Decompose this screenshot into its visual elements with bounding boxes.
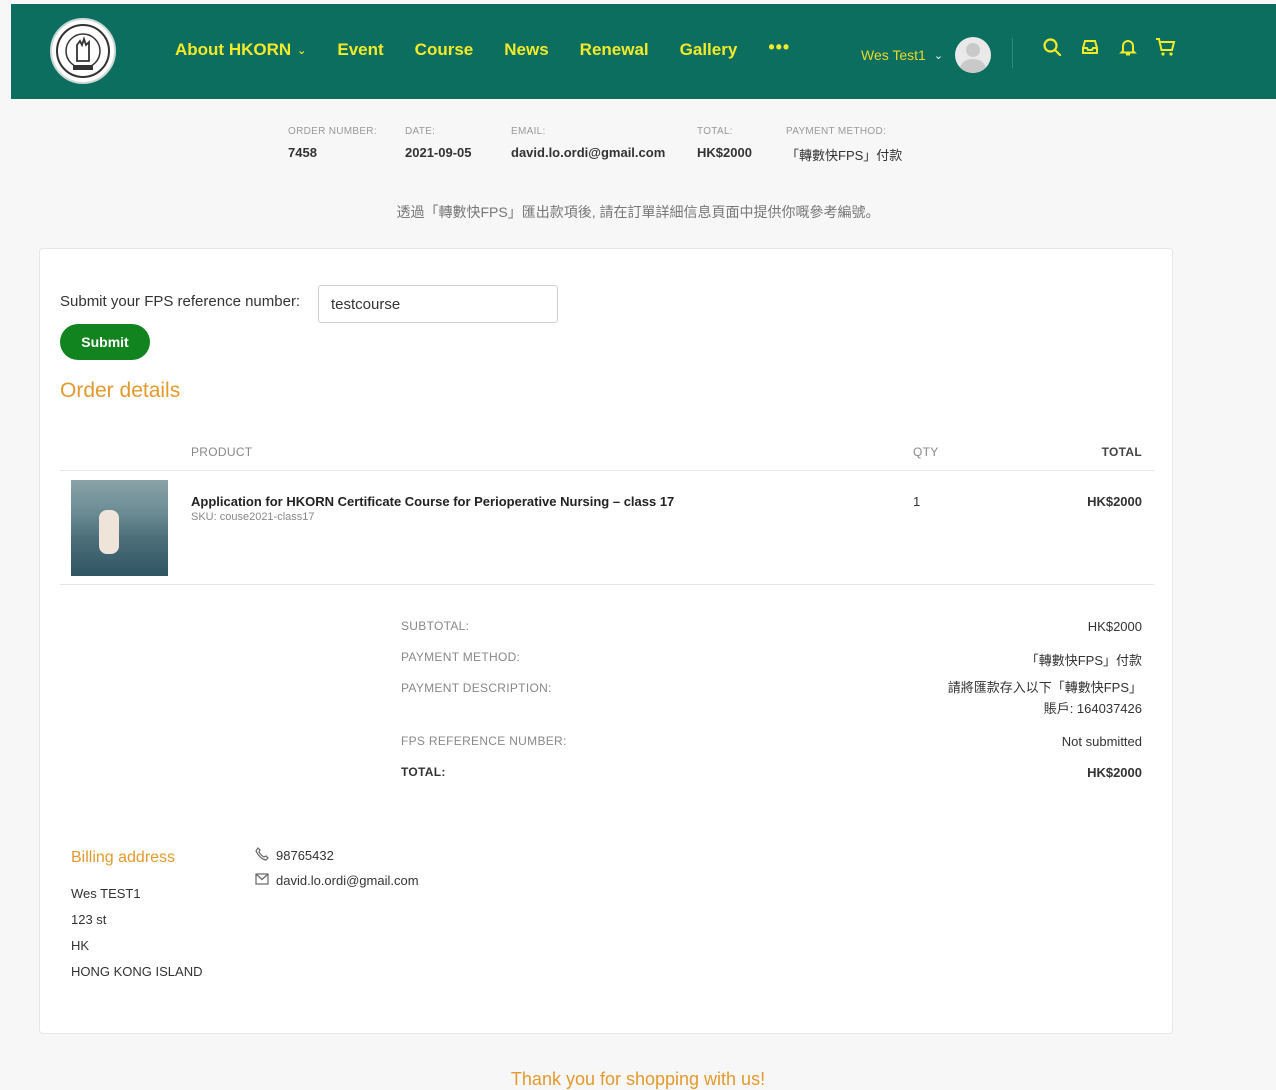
date-block: DATE: 2021-09-05 xyxy=(405,126,472,160)
nav-about-hkorn[interactable]: About HKORN ⌄ xyxy=(175,40,306,60)
email-label: EMAIL: xyxy=(511,126,546,137)
product-column-header: PRODUCT xyxy=(191,445,253,459)
phone-icon xyxy=(255,847,271,864)
submit-button[interactable]: Submit xyxy=(60,324,150,360)
billing-phone: 98765432 xyxy=(255,847,334,864)
billing-line-district: HONG KONG ISLAND xyxy=(71,964,203,979)
payment-method: 「轉數快FPS」付款 xyxy=(786,148,903,163)
billing-email: david.lo.ordi@gmail.com xyxy=(255,873,419,888)
fps-reference-row-label: FPS REFERENCE NUMBER: xyxy=(401,734,567,748)
user-menu[interactable]: Wes Test1 ⌄ xyxy=(861,37,992,73)
order-details-title: Order details xyxy=(60,379,181,402)
main-nav: About HKORN ⌄ Event Course News Renewal … xyxy=(175,37,821,60)
payment-method-row-label: PAYMENT METHOD: xyxy=(401,650,521,664)
nav-label: Gallery xyxy=(679,40,738,59)
fps-instruction-note: 透過「轉數快FPS」匯出款項後, 請在訂單詳細信息頁面中提供你嘅參考編號。 xyxy=(396,204,880,220)
table-divider xyxy=(60,470,1154,471)
grand-total-label: TOTAL: xyxy=(401,765,446,779)
chevron-down-icon: ⌄ xyxy=(297,44,307,57)
mail-icon xyxy=(255,873,271,888)
search-icon[interactable] xyxy=(1033,37,1071,62)
bell-icon[interactable] xyxy=(1109,37,1147,62)
billing-line-name: Wes TEST1 xyxy=(71,886,141,901)
cart-icon[interactable] xyxy=(1147,37,1185,62)
more-icon: ••• xyxy=(768,36,791,57)
order-number-block: ORDER NUMBER: 7458 xyxy=(288,126,377,160)
inbox-icon[interactable] xyxy=(1071,37,1109,62)
user-name: Wes Test1 xyxy=(861,47,926,63)
nav-label: Course xyxy=(414,40,474,59)
nav-news[interactable]: News xyxy=(504,40,548,60)
thank-you-message: Thank you for shopping with us! xyxy=(510,1069,766,1089)
email-block: EMAIL: david.lo.ordi@gmail.com xyxy=(511,126,665,160)
order-card: Submit your FPS reference number: Submit… xyxy=(39,248,1173,1034)
payment-description-label: PAYMENT DESCRIPTION: xyxy=(401,681,552,695)
payment-description-value: 請將匯款存入以下「轉數快FPS」賬戶: 164037426 xyxy=(947,680,1142,716)
product-image[interactable] xyxy=(71,480,168,576)
subtotal-label: SUBTOTAL: xyxy=(401,619,470,633)
order-total: HK$2000 xyxy=(697,145,752,160)
nav-label: Event xyxy=(337,40,384,59)
nav-renewal[interactable]: Renewal xyxy=(580,40,649,60)
payment-method-row-value: 「轉數快FPS」付款 xyxy=(1025,653,1142,668)
payment-block: PAYMENT METHOD: 「轉數快FPS」付款 xyxy=(786,126,902,164)
product-name[interactable]: Application for HKORN Certificate Course… xyxy=(191,494,674,509)
billing-line-street: 123 st xyxy=(71,912,107,927)
product-qty: 1 xyxy=(913,494,921,509)
header-icons xyxy=(1033,37,1185,62)
nav-more-button[interactable]: ••• xyxy=(768,34,790,60)
order-number-label: ORDER NUMBER: xyxy=(288,126,377,137)
total-label: TOTAL: xyxy=(697,126,733,137)
nav-label: About HKORN xyxy=(175,40,292,59)
hkorn-logo[interactable] xyxy=(50,18,116,84)
total-block: TOTAL: HK$2000 xyxy=(697,126,752,160)
billing-email-value: david.lo.ordi@gmail.com xyxy=(276,873,419,888)
logo-emblem xyxy=(56,24,110,78)
subtotal-value: HK$2000 xyxy=(1087,619,1142,634)
product-sku: SKU: couse2021-class17 xyxy=(191,511,315,523)
fps-reference-row-value: Not submitted xyxy=(1061,734,1142,749)
nav-course[interactable]: Course xyxy=(415,40,474,60)
fps-reference-label: Submit your FPS reference number: xyxy=(60,293,301,310)
nav-label: Renewal xyxy=(579,40,649,59)
table-divider xyxy=(60,584,1154,585)
order-date: 2021-09-05 xyxy=(405,145,472,160)
billing-phone-value: 98765432 xyxy=(276,848,334,863)
product-total: HK$2000 xyxy=(1087,494,1142,509)
top-navigation-bar: About HKORN ⌄ Event Course News Renewal … xyxy=(11,4,1276,99)
order-number: 7458 xyxy=(288,145,317,160)
nav-event[interactable]: Event xyxy=(337,40,383,60)
qty-column-header: QTY xyxy=(913,445,939,459)
order-email: david.lo.ordi@gmail.com xyxy=(511,145,666,160)
nav-gallery[interactable]: Gallery xyxy=(680,40,738,60)
total-column-header: TOTAL xyxy=(1101,445,1142,459)
date-label: DATE: xyxy=(405,126,436,137)
grand-total-value: HK$2000 xyxy=(1087,765,1142,780)
fps-reference-input[interactable] xyxy=(318,285,558,323)
payment-method-label: PAYMENT METHOD: xyxy=(786,126,887,137)
header-divider xyxy=(1012,38,1013,68)
billing-line-region: HK xyxy=(71,938,90,953)
avatar[interactable] xyxy=(955,37,992,73)
nav-label: News xyxy=(504,40,549,59)
billing-address-title: Billing address xyxy=(71,849,176,866)
chevron-down-icon: ⌄ xyxy=(933,49,944,62)
